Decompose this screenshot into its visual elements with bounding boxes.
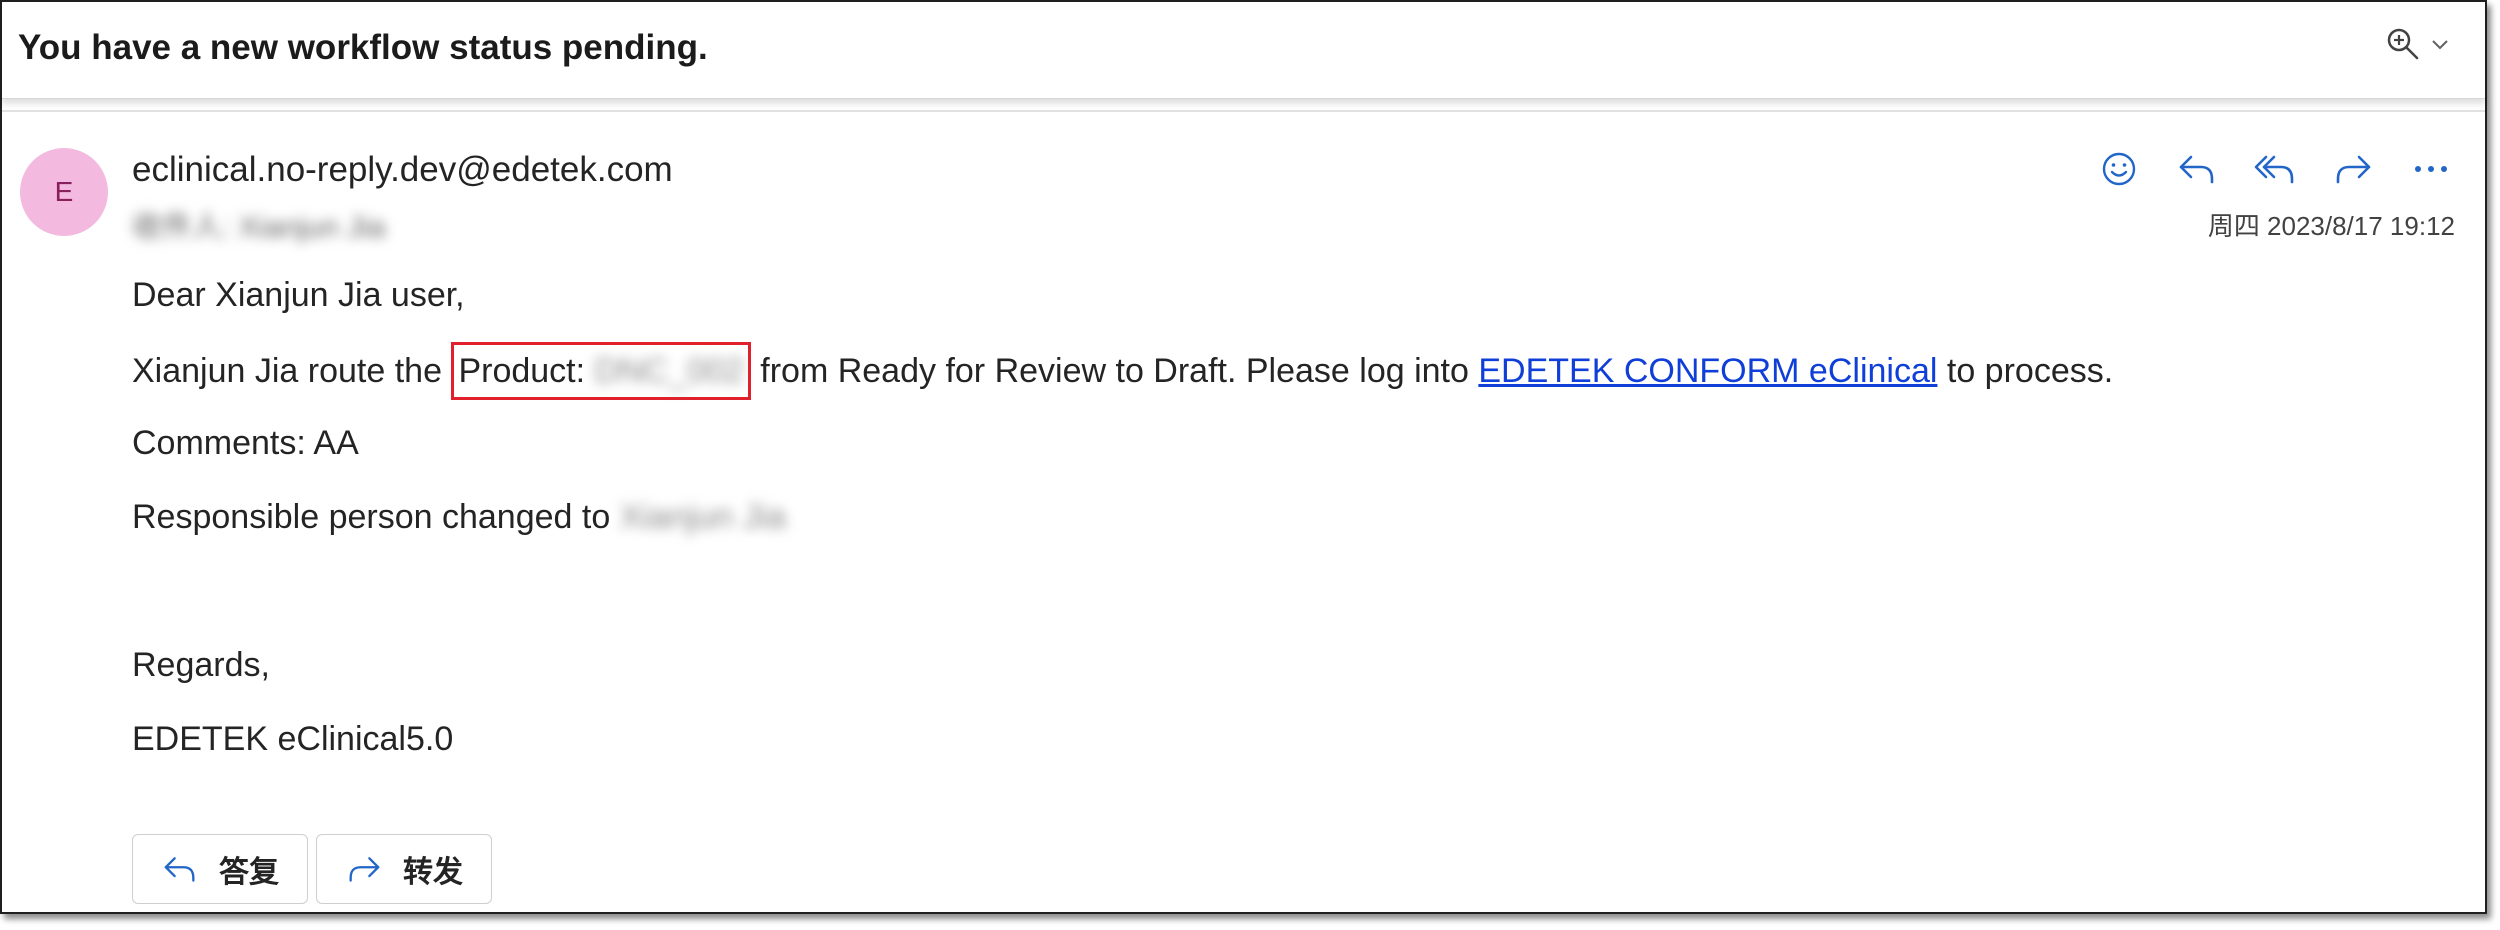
zoom-control[interactable] <box>2385 26 2449 62</box>
product-value: DNC_002 <box>594 352 744 390</box>
route-prefix: Xianjun Jia route the <box>132 352 452 390</box>
conform-link[interactable]: EDETEK CONFORM eClinical <box>1478 352 1937 390</box>
product-highlight-box: Product: DNC_002 <box>451 342 751 400</box>
forward-icon <box>2336 155 2371 184</box>
greeting: Dear Xianjun Jia user, <box>132 276 465 314</box>
forward-label: 转发 <box>403 856 463 889</box>
regards: Regards, <box>132 646 270 684</box>
route-paragraph: Xianjun Jia route the Product: DNC_002 f… <box>132 342 2113 400</box>
zoom-in-icon <box>2387 28 2419 60</box>
more-button[interactable] <box>2403 144 2459 194</box>
responsible-name: Xianjun Jia <box>619 498 787 536</box>
reply-bottom-button[interactable]: 答复 <box>132 834 308 904</box>
reply-icon <box>164 857 195 882</box>
avatar: E <box>20 148 108 236</box>
route-suffix: from Ready for Review to Draft. Please l… <box>750 352 1479 390</box>
signature: EDETEK eClinical5.0 <box>132 720 454 758</box>
header-divider <box>2 110 2485 112</box>
chevron-down-icon <box>2432 40 2448 50</box>
emoji-button[interactable] <box>2091 144 2147 194</box>
recipient-line: 收件人: Xianjun Jia <box>132 211 386 244</box>
comments-line: Comments: AA <box>132 424 359 462</box>
reply-all-button[interactable] <box>2247 144 2303 194</box>
forward-button[interactable] <box>2325 144 2381 194</box>
email-reading-pane: You have a new workflow status pending. … <box>0 0 2487 914</box>
emoji-icon <box>2102 152 2136 186</box>
email-subject: You have a new workflow status pending. <box>18 28 708 67</box>
more-icon <box>2415 166 2447 172</box>
reply-icon <box>2179 155 2214 184</box>
responsible-line: Responsible person changed to Xianjun Ji… <box>132 498 786 537</box>
reply-button[interactable] <box>2169 144 2225 194</box>
sender-email[interactable]: eclinical.no-reply.dev@edetek.com <box>132 150 673 190</box>
route-end: to process. <box>1937 352 2114 390</box>
forward-icon <box>349 857 380 882</box>
forward-bottom-button[interactable]: 转发 <box>316 834 492 904</box>
reply-all-icon <box>2254 155 2294 184</box>
reply-label: 答复 <box>219 856 279 889</box>
responsible-prefix: Responsible person changed to <box>132 498 620 536</box>
subject-bar: You have a new workflow status pending. <box>2 2 2485 99</box>
message-actions <box>2091 144 2459 194</box>
product-label: Product: <box>458 352 586 390</box>
message-date: 周四 2023/8/17 19:12 <box>2207 211 2455 241</box>
